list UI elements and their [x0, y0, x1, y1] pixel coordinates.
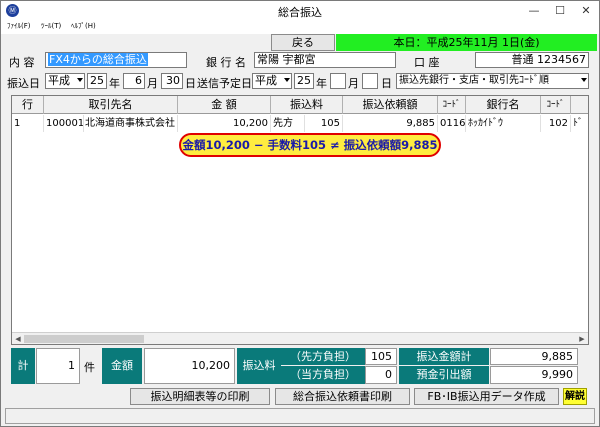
menu-file[interactable]: ﾌｧｲﾙ(F) — [7, 21, 31, 31]
sort-order-value: 振込先銀行・支店・取引先ｺｰﾄﾞ順 — [399, 75, 549, 86]
today-date: 本日：平成25年11月 1日(金) — [336, 34, 597, 51]
fee-label: 振込料 — [237, 348, 281, 384]
cell-bank-name: ﾎｯｶｲﾄﾞｳ — [466, 115, 541, 132]
transfer-date-label: 振込日 — [7, 77, 40, 90]
app-window: Ⓜ 総合振込 — ☐ ✕ ﾌｧｲﾙ(F) ﾂｰﾙ(T) ﾍﾙﾌﾟ(H) 戻る 本… — [0, 0, 600, 427]
menu-tools[interactable]: ﾂｰﾙ(T) — [41, 21, 61, 31]
col-bank-code[interactable]: ｺｰﾄﾞ — [438, 96, 466, 114]
minimize-button[interactable]: — — [521, 1, 547, 20]
count-unit: 件 — [84, 361, 95, 374]
horizontal-scrollbar[interactable]: ◀ ▶ — [12, 332, 588, 344]
content-label: 内 容 — [9, 56, 35, 69]
day-field[interactable]: 30 — [161, 73, 183, 89]
help-button[interactable]: 解説 — [563, 388, 587, 405]
window-title: 総合振込 — [278, 6, 322, 19]
era-value: 平成 — [48, 74, 70, 87]
cell-partner-code: 100001 — [44, 115, 84, 132]
day-suffix: 日 — [185, 77, 196, 90]
fee-sender-value: 105 — [365, 348, 397, 365]
col-extra[interactable] — [571, 96, 588, 114]
transfer-total-label: 振込金額計 — [399, 348, 489, 365]
send-day-field[interactable] — [362, 73, 378, 89]
scroll-left-icon[interactable]: ◀ — [12, 333, 24, 344]
print-list-button[interactable]: 振込明細表等の印刷 — [130, 388, 270, 405]
print-request-button[interactable]: 総合振込依頼書印刷 — [275, 388, 410, 405]
dropdown-arrow-icon — [581, 78, 587, 82]
cell-request-amount: 9,885 — [343, 115, 438, 132]
cell-bank-code: 0116 — [438, 115, 466, 132]
cell-fee-payer: 先方 — [271, 115, 305, 132]
send-month-suffix: 月 — [348, 77, 359, 90]
account-label: 口 座 — [414, 56, 440, 69]
send-era-select[interactable]: 平成 — [252, 73, 292, 89]
col-branch-code[interactable]: ｺｰﾄﾞ — [541, 96, 571, 114]
content-value: FX4からの総合振込 — [48, 53, 148, 66]
month-suffix: 月 — [147, 77, 158, 90]
cell-amount: 10,200 — [178, 115, 271, 132]
transfer-total-value: 9,885 — [490, 348, 578, 365]
title-bar: Ⓜ 総合振込 — ☐ ✕ — [1, 1, 599, 20]
send-date-label: 送信予定日 — [197, 77, 252, 90]
col-row[interactable]: 行 — [12, 96, 44, 114]
dropdown-arrow-icon — [77, 78, 83, 82]
year-suffix: 年 — [109, 77, 120, 90]
scroll-right-icon[interactable]: ▶ — [576, 333, 588, 344]
total-label: 計 — [11, 348, 35, 384]
maximize-button[interactable]: ☐ — [547, 1, 573, 20]
withdrawal-label: 預金引出額 — [399, 366, 489, 384]
send-month-field[interactable] — [330, 73, 346, 89]
fee-self-value: 0 — [365, 366, 397, 384]
mismatch-callout: 金額10,200 − 手数料105 ≠ 振込依頼額9,885 — [179, 133, 441, 157]
account-field[interactable]: 普通 1234567 — [475, 52, 589, 68]
count-value: 1 — [36, 348, 80, 384]
fee-self-label: （当方負担） — [281, 366, 365, 384]
send-day-suffix: 日 — [381, 77, 392, 90]
year-field[interactable]: 25 — [87, 73, 107, 89]
col-fee[interactable]: 振込料 — [271, 96, 343, 114]
fb-data-button[interactable]: FB･IB振込用データ作成 — [414, 388, 559, 405]
scroll-thumb[interactable] — [24, 335, 144, 343]
content-input[interactable]: FX4からの総合振込 — [45, 52, 187, 68]
fee-sender-label: （先方負担） — [281, 348, 365, 365]
amount-value: 10,200 — [144, 348, 235, 384]
cell-row: 1 — [12, 115, 44, 132]
dropdown-arrow-icon — [284, 78, 290, 82]
cell-branch-name: ﾄﾞ — [571, 115, 588, 132]
col-bank-name[interactable]: 銀行名 — [466, 96, 541, 114]
table-header: 行 取引先名 金 額 振込料 振込依頼額 ｺｰﾄﾞ 銀行名 ｺｰﾄﾞ — [12, 96, 588, 114]
status-bar — [5, 408, 595, 424]
bank-label: 銀 行 名 — [206, 56, 246, 69]
send-year-field[interactable]: 25 — [294, 73, 314, 89]
era-select[interactable]: 平成 — [45, 73, 85, 89]
close-button[interactable]: ✕ — [573, 1, 599, 20]
col-partner[interactable]: 取引先名 — [44, 96, 178, 114]
send-era-value: 平成 — [255, 74, 277, 87]
withdrawal-value: 9,990 — [490, 366, 578, 384]
toolbar: 戻る 本日：平成25年11月 1日(金) — [1, 34, 599, 51]
menu-help[interactable]: ﾍﾙﾌﾟ(H) — [71, 21, 96, 31]
send-year-suffix: 年 — [316, 77, 327, 90]
col-request-amount[interactable]: 振込依頼額 — [343, 96, 438, 114]
back-button[interactable]: 戻る — [271, 34, 335, 51]
cell-partner-name: 北海道商事株式会社 — [83, 115, 178, 132]
cell-branch-code: 102 — [541, 115, 571, 132]
sort-order-select[interactable]: 振込先銀行・支店・取引先ｺｰﾄﾞ順 — [396, 73, 589, 89]
bank-field[interactable]: 常陽 宇都宮 — [254, 52, 396, 68]
menu-bar: ﾌｧｲﾙ(F) ﾂｰﾙ(T) ﾍﾙﾌﾟ(H) — [1, 20, 599, 34]
amount-label: 金額 — [102, 348, 142, 384]
col-amount[interactable]: 金 額 — [178, 96, 271, 114]
month-field[interactable]: 6 — [123, 73, 145, 89]
cell-fee: 105 — [305, 115, 343, 132]
